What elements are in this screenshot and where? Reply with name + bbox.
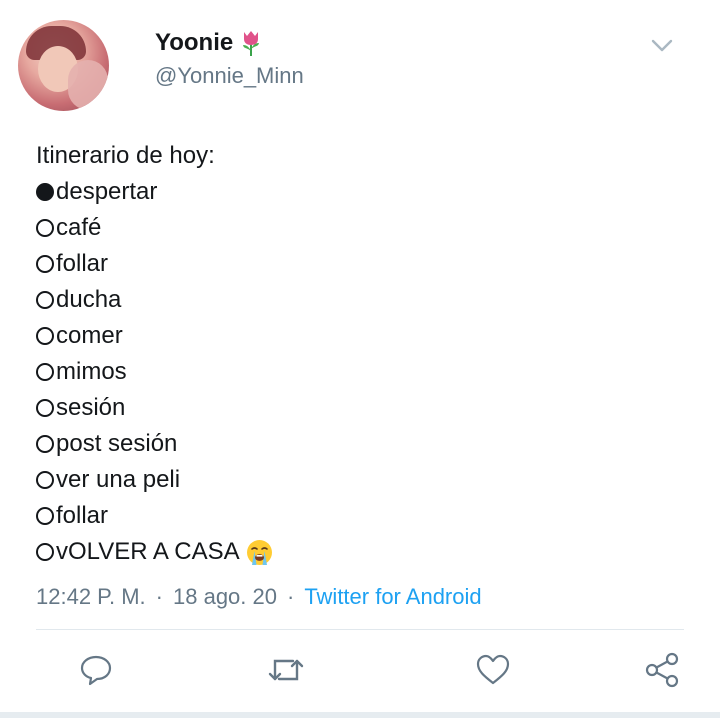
reply-icon <box>80 655 112 686</box>
empty-circle-icon <box>36 471 54 489</box>
meta-separator: · <box>286 584 295 609</box>
author-name[interactable]: Yoonie <box>155 29 233 57</box>
itinerary-item: follar <box>36 246 273 282</box>
avatar[interactable] <box>18 20 109 111</box>
tweet-actions <box>0 648 720 696</box>
itinerary-item-text: comer <box>56 322 123 349</box>
itinerary-item: café <box>36 210 273 246</box>
empty-circle-icon <box>36 543 54 561</box>
empty-circle-icon <box>36 219 54 237</box>
itinerary-item-text: mimos <box>56 358 127 385</box>
tweet-intro: Itinerario de hoy: <box>36 142 215 169</box>
heart-icon <box>476 654 510 685</box>
empty-circle-icon <box>36 435 54 453</box>
itinerary-item-text: post sesión <box>56 430 178 457</box>
itinerary-item-text: sesión <box>56 394 126 421</box>
itinerary-item: post sesión <box>36 426 273 462</box>
empty-circle-icon <box>36 327 54 345</box>
itinerary-item-text: despertar <box>56 178 158 205</box>
loudly-crying-face-icon <box>246 539 272 565</box>
itinerary-item-text: ver una peli <box>56 466 181 493</box>
empty-circle-icon <box>36 255 54 273</box>
itinerary-item-text: follar <box>56 502 109 529</box>
tweet-meta: 12:42 P. M. · 18 ago. 20 · Twitter for Andro… <box>36 584 482 610</box>
itinerary-item: ducha <box>36 282 273 318</box>
itinerary-item: follar <box>36 498 273 534</box>
author-handle[interactable]: @Yonnie_Minn <box>155 63 304 89</box>
itinerary-item-text: follar <box>56 250 109 277</box>
bottom-separator <box>0 712 720 718</box>
share-icon <box>645 652 679 688</box>
reply-button[interactable] <box>74 648 118 692</box>
itinerary-item-text: café <box>56 214 102 241</box>
itinerary-item: ver una peli <box>36 462 273 498</box>
tweet-date: 18 ago. 20 <box>173 584 277 609</box>
empty-circle-icon <box>36 291 54 309</box>
itinerary-item: comer <box>36 318 273 354</box>
itinerary-item: despertar <box>36 174 273 210</box>
empty-circle-icon <box>36 507 54 525</box>
divider <box>36 629 684 630</box>
avatar-arm <box>68 60 108 110</box>
itinerary-item: sesión <box>36 390 273 426</box>
itinerary-item-text: vOLVER A CASA <box>56 538 240 565</box>
tweet-body: Itinerario de hoy: despertar café follar du… <box>36 138 273 570</box>
tweet-time: 12:42 P. M. <box>36 584 146 609</box>
share-button[interactable] <box>640 648 684 692</box>
like-button[interactable] <box>471 648 515 692</box>
chevron-down-icon[interactable] <box>651 39 673 53</box>
empty-circle-icon <box>36 399 54 417</box>
retweet-icon <box>268 659 304 681</box>
retweet-button[interactable] <box>264 648 308 692</box>
tweet-source-link[interactable]: Twitter for Android <box>304 584 481 609</box>
itinerary-item: mimos <box>36 354 273 390</box>
filled-circle-icon <box>36 183 54 201</box>
empty-circle-icon <box>36 363 54 381</box>
tulip-icon <box>243 31 259 56</box>
itinerary-item-text: ducha <box>56 286 122 313</box>
meta-separator: · <box>155 584 163 609</box>
itinerary-item: vOLVER A CASA <box>36 534 273 570</box>
